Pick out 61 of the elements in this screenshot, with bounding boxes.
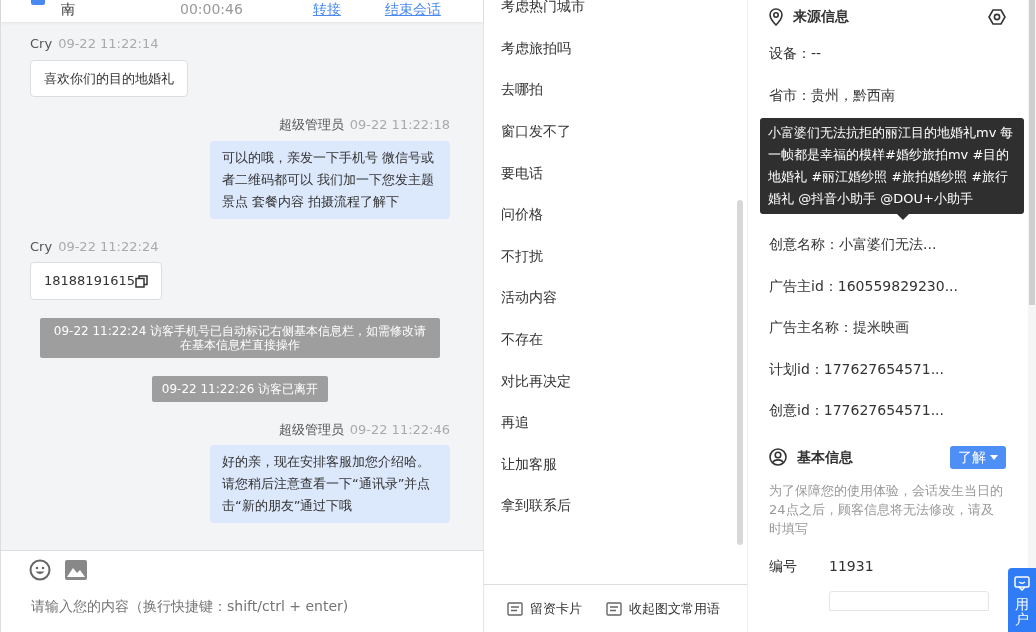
section-title: 来源信息 (793, 7, 849, 26)
quick-reply-item[interactable]: 考虑旅拍吗 (484, 27, 747, 70)
agent-icon (31, 0, 45, 5)
notice-text: 为了保障您的使用体验，会话发生当日的24点之后，顾客信息将无法修改，请及时填写 (769, 481, 1004, 538)
quick-reply-item[interactable]: 去哪拍 (484, 69, 747, 111)
system-notice: 09-22 11:22:24 访客手机号已自动标记右侧基本信息栏，如需修改请在基本信息栏直接操作 (40, 317, 440, 358)
info-row-text: 计划id：177627654571... (769, 359, 944, 379)
sender-name: Cry (30, 238, 53, 254)
user-icon (769, 448, 787, 466)
info-row-text: 创意id：177627654571... (769, 401, 944, 421)
quick-reply-item[interactable]: 让加客服 (484, 443, 747, 486)
info-row-text: 广告主id：160559829230... (769, 276, 958, 296)
info-row-text: 省市：贵州，黔西南 (769, 85, 895, 105)
tooltip-text: 小富婆们无法抗拒的丽江目的地婚礼mv 每一帧都是幸福的模样#婚纱旅拍mv #目的地婚礼 #丽江婚纱照 #旅拍婚纱照 #旅行婚礼 @抖音小助手 @DOU+小助手 (768, 125, 1014, 206)
transfer-link[interactable]: 转接 (312, 0, 341, 20)
message-text: 好的亲，现在安排客服加您介绍哈。请您稍后注意查看一下“通讯录”并点击“新的朋友”通过下哦 (222, 454, 431, 513)
document-icon (606, 601, 622, 616)
quick-reply-item[interactable]: 考虑热门城市 (484, 0, 747, 28)
sender-name: Cry (30, 36, 53, 51)
field-value: 11931 (829, 556, 874, 576)
field-label: 编号 (769, 556, 798, 576)
message-text: 喜欢你们的目的地婚礼 (44, 70, 174, 86)
quick-reply-item[interactable]: 不存在 (484, 318, 747, 361)
quick-reply-item[interactable]: 不打扰 (484, 235, 747, 278)
collapse-phrases-button[interactable]: 收起图文常用语 (605, 597, 721, 620)
caret-icon (990, 455, 998, 460)
message-time: 09-22 11:22:24 (58, 238, 159, 254)
message-text: 可以的哦，亲发一下手机号 微信号或者二维码都可以 我们加一下您发主题景点 套餐内容 拍摄流程了解下 (222, 149, 435, 209)
quick-reply-item[interactable]: 活动内容 (484, 277, 747, 319)
message-time: 09-22 11:22:14 (58, 36, 159, 51)
image-icon[interactable] (65, 560, 87, 580)
quick-reply-item[interactable]: 再追 (484, 401, 747, 444)
duration-text: 00:00:46 (180, 0, 243, 19)
location-text: 南 (61, 0, 75, 19)
quick-reply-item[interactable]: 要电话 (484, 152, 747, 194)
user-chat-tab[interactable]: 用户 (1008, 568, 1036, 632)
location-pin-icon (769, 7, 783, 26)
copy-icon[interactable] (135, 275, 148, 288)
settings-icon[interactable] (988, 7, 1006, 26)
system-notice: 09-22 11:22:26 访客已离开 (151, 375, 329, 402)
sender-name: 超级管理员 (278, 117, 344, 132)
message-time: 09-22 11:22:46 (349, 421, 450, 437)
quick-reply-item[interactable]: 问价格 (484, 193, 747, 236)
end-session-link[interactable]: 结束会话 (384, 0, 441, 20)
chat-icon (1014, 576, 1030, 591)
section-title: 基本信息 (797, 447, 853, 467)
quick-reply-item[interactable]: 窗口发不了 (484, 110, 747, 153)
scrollbar[interactable] (737, 200, 743, 545)
lead-card-button[interactable]: 留资卡片 (506, 597, 583, 620)
scrollbar[interactable] (1029, 0, 1035, 305)
message-text: 18188191615 (44, 273, 135, 288)
quick-reply-item[interactable]: 对比再决定 (484, 360, 747, 402)
sender-name: 超级管理员 (278, 421, 344, 437)
info-row-text: 广告主名称：提米映画 (769, 318, 909, 338)
message-time: 09-22 11:22:18 (349, 117, 450, 132)
info-row-text: 创意名称：小富婆们无法... (769, 235, 937, 255)
quick-reply-item[interactable]: 拿到联系后 (484, 485, 747, 527)
info-row-text: 设备：-- (769, 44, 822, 64)
input-field[interactable] (829, 590, 989, 611)
emoji-icon[interactable] (29, 559, 51, 581)
document-icon (507, 601, 523, 616)
